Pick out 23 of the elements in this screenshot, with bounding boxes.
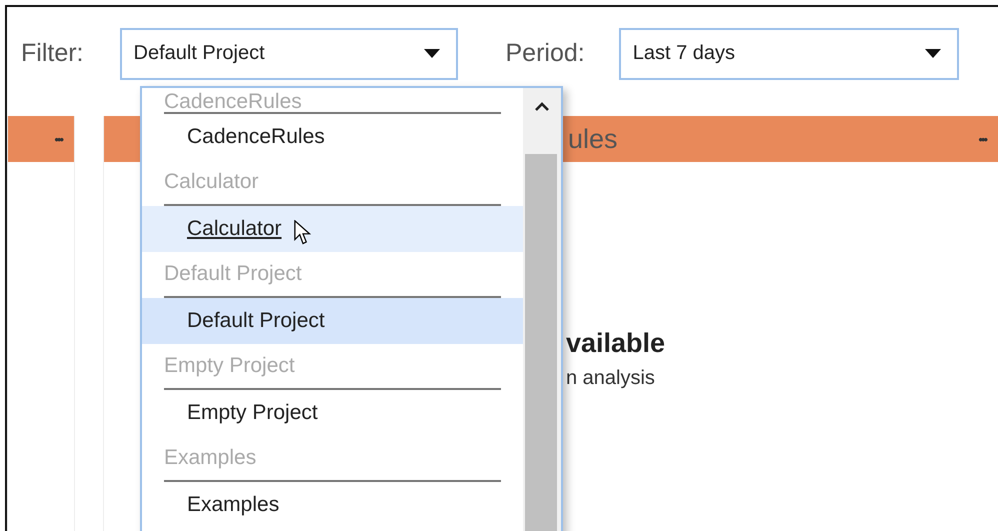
period-label: Period: (506, 39, 585, 68)
group-header: Examples (164, 436, 501, 482)
list-item[interactable]: Calculator (142, 206, 523, 252)
period-dropdown[interactable]: Last 7 days (618, 28, 959, 80)
panel-title: ules (568, 124, 618, 154)
caret-icon (924, 49, 941, 58)
list-item[interactable]: CadenceRules (142, 114, 523, 160)
scrollbar[interactable] (523, 88, 561, 531)
chevron-up-icon[interactable] (535, 102, 549, 111)
list-item[interactable]: Empty Project (142, 390, 523, 436)
list-item[interactable]: Examples (142, 482, 523, 528)
empty-hint: n analysis (566, 367, 656, 390)
group-header: Empty Project (164, 344, 501, 390)
empty-message: vailable (566, 328, 666, 359)
more-button[interactable]: ••• (54, 132, 62, 146)
caret-icon (424, 49, 440, 58)
cursor-icon (294, 220, 312, 246)
filter-dropdown[interactable]: Default Project (120, 28, 458, 80)
filter-label: Filter: (21, 39, 84, 68)
more-button[interactable]: ••• (978, 132, 986, 146)
scrollbar-thumb[interactable] (525, 154, 557, 531)
group-header: CadenceRules (164, 88, 501, 114)
list-item[interactable]: Default Project (142, 298, 523, 344)
